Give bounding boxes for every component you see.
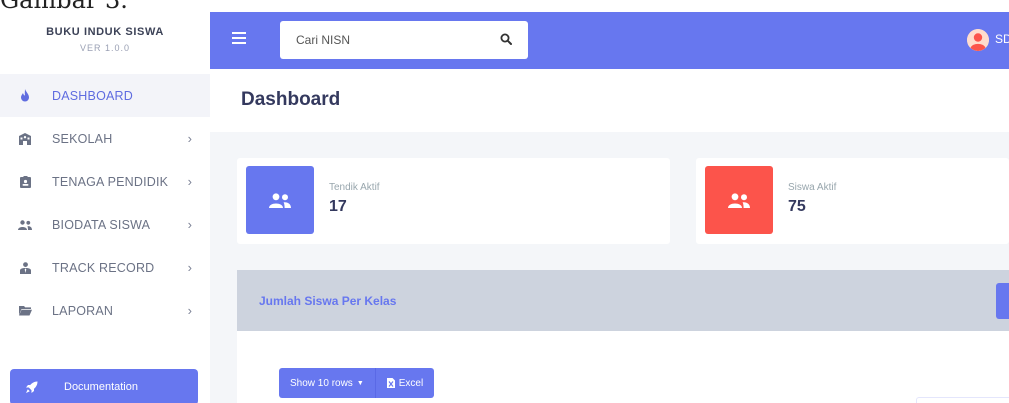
documentation-label: Documentation — [64, 381, 138, 393]
caret-down-icon: ▼ — [356, 379, 364, 387]
table-filter-input[interactable] — [916, 397, 1009, 403]
avatar[interactable] — [967, 29, 989, 51]
fire-icon — [18, 89, 32, 102]
chevron-right-icon: › — [187, 303, 192, 318]
stat-label: Tendik Aktif — [329, 182, 380, 193]
documentation-button[interactable]: Documentation — [10, 369, 198, 403]
menu-toggle-icon[interactable] — [232, 32, 246, 47]
brand-version: VER 1.0.0 — [79, 43, 131, 53]
panel-body: Show 10 rows ▼ Excel — [237, 331, 1009, 403]
main-content: SD Dashboard Tendik Aktif 17 Siswa Aktif… — [210, 12, 1009, 403]
excel-label: Excel — [398, 377, 424, 389]
sidebar-item-label: BIODATA SISWA — [52, 217, 151, 232]
stat-value: 75 — [788, 198, 806, 215]
sidebar-item-laporan[interactable]: LAPORAN › — [0, 289, 210, 332]
user-tie-icon — [18, 261, 32, 274]
user-name[interactable]: SD — [995, 32, 1009, 46]
sidebar-item-biodata-siswa[interactable]: BIODATA SISWA › — [0, 203, 210, 246]
panel-title: Jumlah Siswa Per Kelas — [259, 294, 397, 308]
topbar: SD — [210, 12, 1009, 69]
page-header: Dashboard — [210, 69, 1009, 132]
folder-icon — [18, 305, 32, 316]
page-title: Dashboard — [241, 89, 341, 110]
users-icon — [18, 219, 32, 230]
sidebar-item-label: LAPORAN — [52, 303, 114, 318]
sidebar-item-label: SEKOLAH — [52, 131, 113, 146]
users-icon — [705, 166, 773, 234]
chevron-right-icon: › — [187, 131, 192, 146]
excel-file-icon — [386, 378, 395, 388]
users-icon — [246, 166, 314, 234]
sidebar-item-label: TENAGA PENDIDIK — [52, 174, 169, 189]
brand[interactable]: BUKU INDUK SISWA VER 1.0.0 — [0, 12, 210, 74]
show-rows-label: Show 10 rows — [290, 377, 353, 389]
panel-action-button[interactable] — [996, 283, 1009, 319]
sidebar-item-label: TRACK RECORD — [52, 260, 155, 275]
sidebar-nav: DASHBOARD SEKOLAH › TENAGA PENDIDIK › BI… — [0, 74, 210, 332]
search-box — [280, 21, 528, 59]
sidebar-item-tenaga-pendidik[interactable]: TENAGA PENDIDIK › — [0, 160, 210, 203]
id-card-icon — [18, 175, 32, 188]
stat-card-siswa: Siswa Aktif 75 — [696, 158, 1009, 244]
brand-title: BUKU INDUK SISWA — [46, 26, 164, 38]
stat-value: 17 — [329, 198, 347, 215]
sidebar-item-label: DASHBOARD — [52, 88, 133, 103]
search-icon[interactable] — [500, 33, 512, 45]
chevron-right-icon: › — [187, 217, 192, 232]
school-icon — [18, 132, 32, 145]
excel-button[interactable]: Excel — [374, 368, 435, 398]
figure-caption: Gambar 3. — [0, 0, 128, 14]
chevron-right-icon: › — [187, 260, 192, 275]
chevron-right-icon: › — [187, 174, 192, 189]
sidebar: BUKU INDUK SISWA VER 1.0.0 DASHBOARD SEK… — [0, 12, 210, 403]
stat-card-tendik: Tendik Aktif 17 — [237, 158, 670, 244]
sidebar-item-sekolah[interactable]: SEKOLAH › — [0, 117, 210, 160]
sidebar-item-track-record[interactable]: TRACK RECORD › — [0, 246, 210, 289]
stat-label: Siswa Aktif — [788, 182, 837, 193]
rocket-icon — [25, 381, 38, 394]
sidebar-item-dashboard[interactable]: DASHBOARD — [0, 74, 210, 117]
search-input[interactable] — [280, 21, 485, 59]
panel-header: Jumlah Siswa Per Kelas — [237, 270, 1009, 331]
table-button-group: Show 10 rows ▼ Excel — [279, 368, 435, 398]
show-rows-button[interactable]: Show 10 rows ▼ — [279, 368, 375, 398]
